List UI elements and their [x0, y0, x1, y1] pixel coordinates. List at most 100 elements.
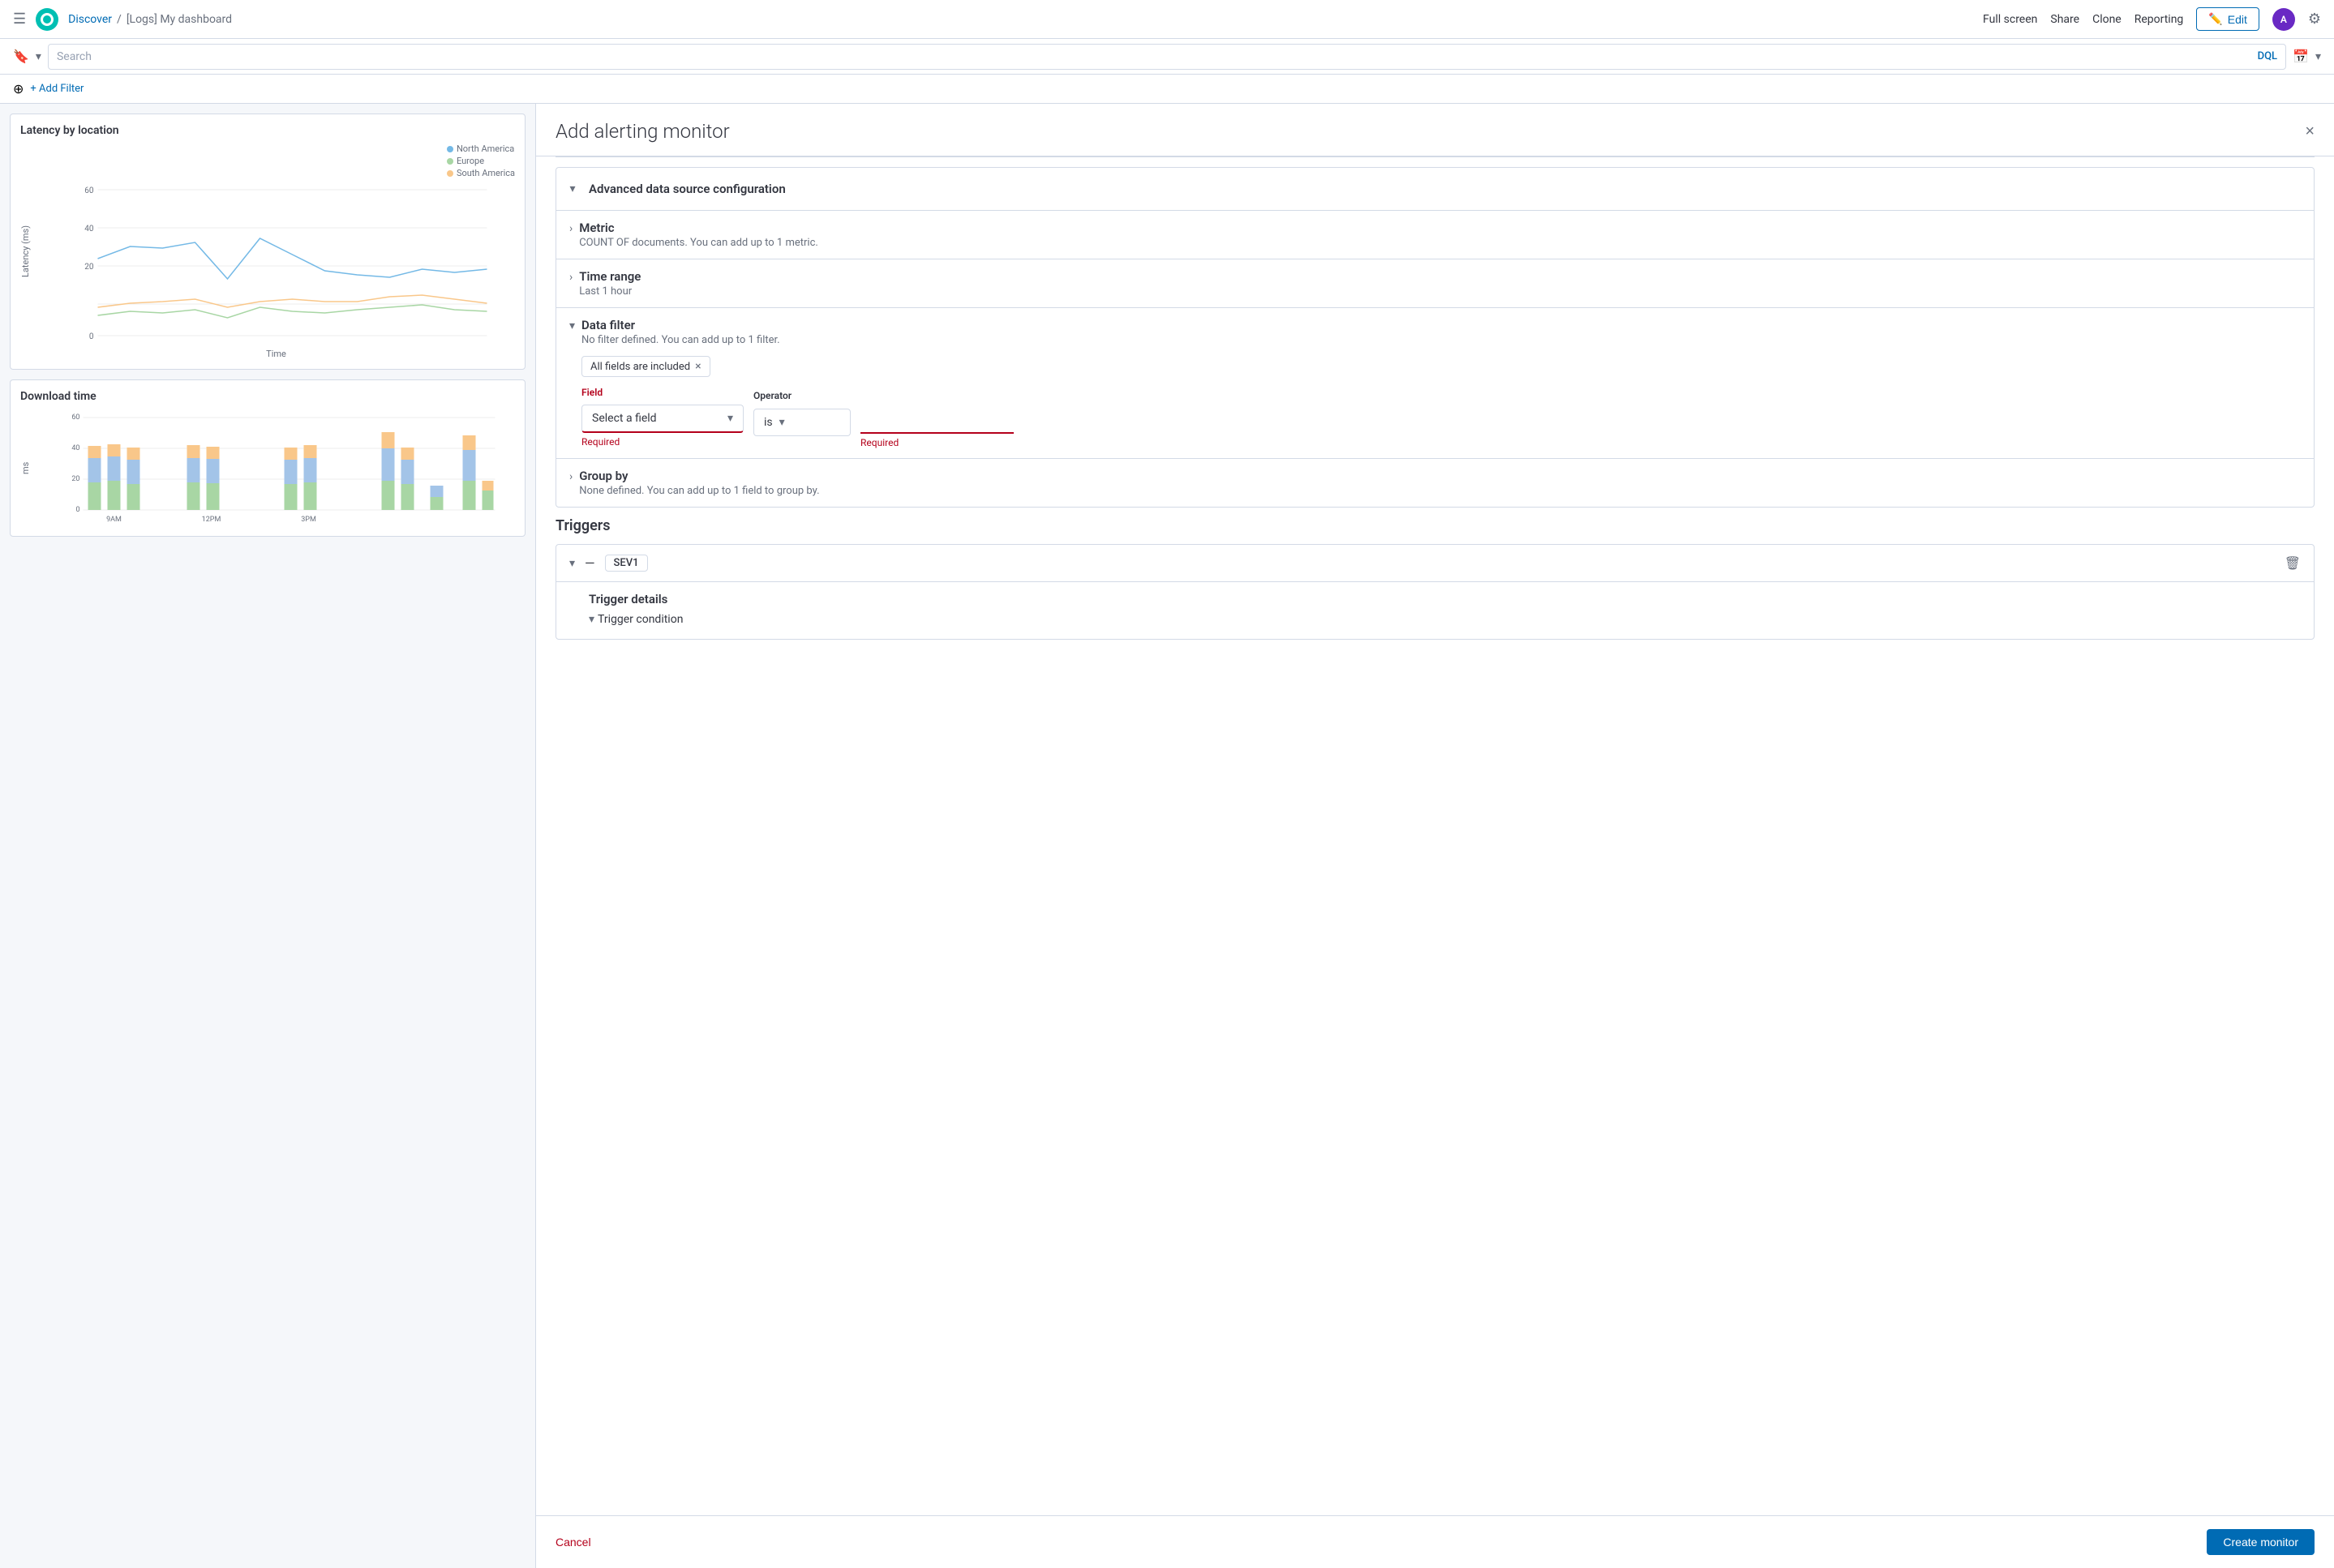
advanced-config-section: ▾ Advanced data source configuration › M…	[556, 167, 2315, 508]
svg-text:0: 0	[89, 332, 94, 341]
panel-title: Add alerting monitor	[556, 120, 730, 143]
field-label: Field	[581, 387, 603, 398]
breadcrumb-discover-link[interactable]: Discover	[68, 13, 112, 26]
chart-legend: North America Europe South America	[447, 144, 515, 178]
svg-text:40: 40	[84, 225, 94, 233]
value-input[interactable]	[860, 406, 1014, 434]
group-by-label: Group by	[579, 469, 819, 483]
group-by-expand-icon[interactable]: ›	[569, 470, 573, 483]
group-by-row: › Group by None defined. You can add up …	[556, 459, 2314, 507]
chevron-down-icon[interactable]: ▾	[36, 50, 41, 63]
latency-chart-container: Latency (ms) North America Europe	[20, 144, 515, 359]
edit-label: Edit	[2228, 13, 2247, 26]
svg-text:9AM: 9AM	[106, 516, 122, 523]
operator-select-dropdown[interactable]: is ▾	[753, 409, 851, 436]
trigger-card: ▾ — SEV1 🗑 Trigger details ▾ Trigger con…	[556, 544, 2315, 640]
edit-button[interactable]: ✏️ Edit	[2196, 7, 2259, 31]
legend-item-eu: Europe	[447, 156, 515, 166]
delete-trigger-icon[interactable]: 🗑	[2285, 555, 2301, 571]
remove-filter-tag-button[interactable]: ×	[695, 360, 701, 373]
trigger-body: Trigger details ▾ Trigger condition	[556, 581, 2314, 639]
bar-y-axis-label: ms	[20, 409, 31, 526]
save-search-icon[interactable]: 🔖	[13, 49, 29, 64]
metric-expand-icon[interactable]: ›	[569, 222, 573, 235]
elastic-logo	[36, 8, 58, 31]
search-input[interactable]: Search DQL	[48, 44, 2286, 70]
trigger-collapse-icon[interactable]: ▾	[569, 557, 575, 570]
y-axis-label: Latency (ms)	[20, 144, 31, 359]
nav-actions: Full screen Share Clone Reporting ✏️ Edi…	[1983, 7, 2321, 31]
top-divider	[556, 156, 2315, 157]
metric-label: Metric	[579, 221, 818, 235]
add-filter-button[interactable]: + Add Filter	[30, 83, 84, 95]
create-monitor-button[interactable]: Create monitor	[2207, 1529, 2315, 1555]
operator-chevron-icon: ▾	[779, 416, 785, 429]
download-bar-chart: 60 40 20 0	[37, 409, 515, 523]
reporting-link[interactable]: Reporting	[2134, 13, 2184, 26]
time-range-row: › Time range Last 1 hour	[556, 259, 2314, 307]
avatar[interactable]: A	[2272, 8, 2295, 31]
full-screen-link[interactable]: Full screen	[1983, 13, 2037, 26]
all-fields-tag: All fields are included ×	[581, 356, 710, 377]
accordion-collapse-toggle[interactable]: ▾	[556, 168, 589, 210]
legend-item-sa: South America	[447, 168, 515, 178]
metric-row: › Metric COUNT OF documents. You can add…	[556, 210, 2314, 259]
svg-text:60: 60	[84, 186, 94, 195]
advanced-config-label: Advanced data source configuration	[589, 182, 2301, 196]
panel-footer: Cancel Create monitor	[536, 1515, 2334, 1568]
share-link[interactable]: Share	[2050, 13, 2079, 26]
calendar-icon[interactable]: 📅	[2293, 49, 2309, 64]
close-button[interactable]: ×	[2305, 122, 2315, 141]
chevron-right-icon[interactable]: ▾	[2315, 50, 2321, 63]
triggers-section: Triggers ▾ — SEV1 🗑 Trigger details ▾ Tr…	[556, 517, 2315, 640]
top-navigation: ☰ Discover / [Logs] My dashboard Full sc…	[0, 0, 2334, 39]
all-fields-label: All fields are included	[590, 361, 690, 373]
trigger-condition-label: Trigger condition	[598, 613, 683, 626]
field-placeholder: Select a field	[592, 412, 657, 425]
download-chart-panel: Download time ms 60 40 20 0	[10, 379, 526, 537]
svg-text:3PM: 3PM	[301, 516, 316, 523]
trigger-details-title: Trigger details	[589, 582, 2301, 606]
advanced-config-header[interactable]: ▾ Advanced data source configuration	[556, 168, 2314, 210]
clone-link[interactable]: Clone	[2092, 13, 2122, 26]
time-range-expand-icon[interactable]: ›	[569, 271, 573, 284]
panel-header: Add alerting monitor ×	[536, 104, 2334, 156]
latency-chart-title: Latency by location	[20, 124, 515, 137]
svg-text:40: 40	[71, 444, 79, 452]
panel-body: ▾ Advanced data source configuration › M…	[536, 156, 2334, 1515]
filter-icon: ⊕	[13, 81, 24, 96]
hamburger-menu-icon[interactable]: ☰	[13, 11, 26, 28]
advanced-config-content-header: Advanced data source configuration	[589, 172, 2314, 206]
group-by-description: None defined. You can add up to 1 field …	[579, 485, 819, 497]
breadcrumb-separator: /	[117, 13, 122, 26]
svg-text:0: 0	[75, 506, 79, 514]
edit-icon: ✏️	[2208, 12, 2222, 26]
bar-chart-container: ms 60 40 20 0	[20, 409, 515, 526]
triggers-title: Triggers	[556, 517, 2315, 534]
svg-text:12PM: 12PM	[202, 516, 221, 523]
breadcrumb-current: [Logs] My dashboard	[127, 13, 232, 26]
filter-bar: ⊕ + Add Filter	[0, 75, 2334, 104]
svg-text:20: 20	[71, 475, 79, 483]
legend-item-na: North America	[447, 144, 515, 154]
value-group: Required	[860, 387, 1014, 448]
data-filter-description: No filter defined. You can add up to 1 f…	[581, 334, 2301, 346]
field-select-dropdown[interactable]: Select a field ▾	[581, 405, 744, 433]
side-panel: Add alerting monitor × ▾ Advanced data s…	[535, 104, 2334, 1568]
latency-chart-panel: Latency by location Latency (ms) North A…	[10, 114, 526, 370]
time-range-value: Last 1 hour	[579, 285, 641, 298]
data-filter-collapse-icon[interactable]: ▾	[569, 319, 575, 332]
svg-text:60: 60	[71, 413, 79, 422]
data-filter-row: ▾ Data filter No filter defined. You can…	[556, 308, 2314, 458]
data-filter-label: Data filter	[581, 318, 2301, 332]
cancel-button[interactable]: Cancel	[556, 1536, 591, 1549]
download-chart-title: Download time	[20, 390, 515, 403]
severity-badge: SEV1	[605, 555, 648, 572]
dql-label[interactable]: DQL	[2258, 50, 2277, 62]
settings-icon[interactable]: ⚙	[2308, 11, 2321, 28]
operator-value: is	[764, 416, 773, 429]
field-chevron-icon: ▾	[727, 412, 733, 425]
main-content: Latency by location Latency (ms) North A…	[0, 104, 2334, 1568]
trigger-condition-row[interactable]: ▾ Trigger condition	[589, 613, 2301, 626]
x-axis-label: Time	[37, 349, 515, 359]
